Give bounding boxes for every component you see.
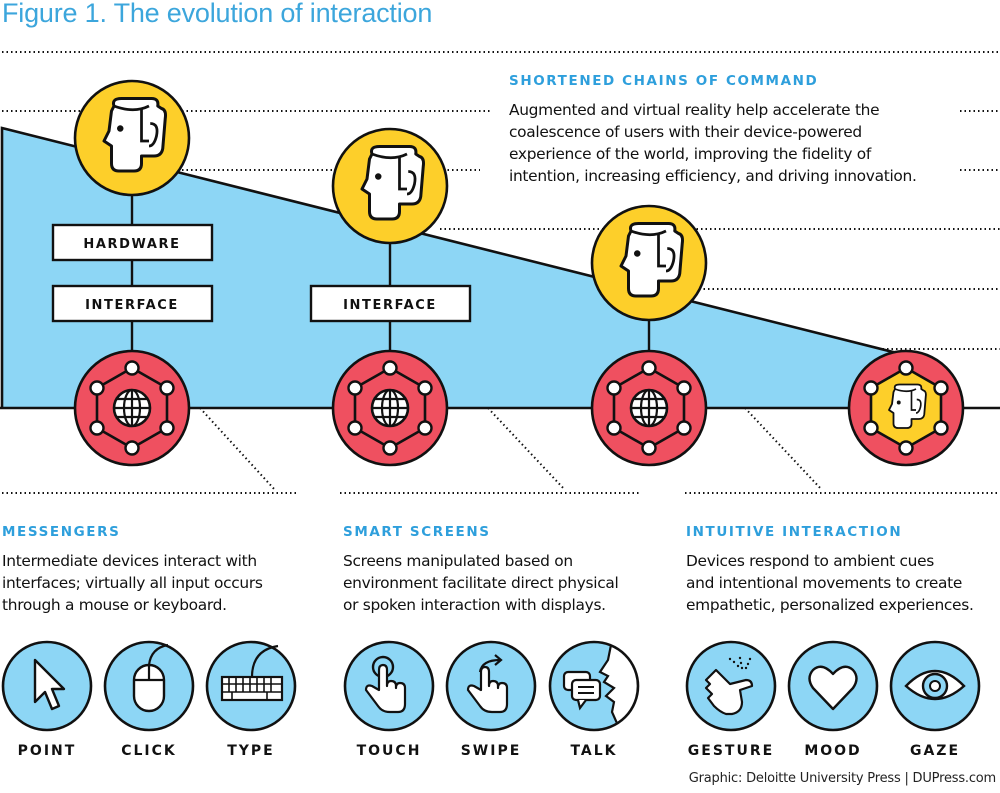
swipe-label: SWIPE: [460, 743, 522, 759]
user-head-circle: [73, 79, 191, 197]
dotted-guide: [744, 407, 823, 491]
interface-box: INTERFACE: [51, 284, 214, 323]
device-circle: [331, 349, 449, 467]
top-note-line: Augmented and virtual reality help accel…: [509, 101, 880, 119]
intuitive-line: empathetic, personalized experiences.: [686, 596, 974, 614]
top-note-body: Augmented and virtual reality help accel…: [509, 99, 917, 187]
hardware-box: HARDWARE: [51, 223, 214, 262]
messengers-line: Intermediate devices interact with: [2, 552, 257, 570]
messengers-line: through a mouse or keyboard.: [2, 596, 227, 614]
stage-smart-screens: INTERFACE: [309, 127, 472, 467]
smart-screens-line: or spoken interaction with displays.: [343, 596, 606, 614]
top-note-heading: SHORTENED CHAINS OF COMMAND: [509, 73, 819, 89]
intuitive-interaction-heading: INTUITIVE INTERACTION: [686, 524, 903, 540]
dotted-guide: [199, 407, 276, 491]
stage-merged: [847, 349, 965, 467]
interface-label: INTERFACE: [343, 298, 437, 313]
credit-line: Graphic: Deloitte University Press | DUP…: [688, 771, 996, 786]
user-head-circle: [331, 127, 449, 245]
messengers-heading: MESSENGERS: [2, 524, 121, 540]
type-label: TYPE: [227, 743, 275, 759]
top-note-line: intention, increasing efficiency, and dr…: [509, 167, 917, 185]
mood-mode: [787, 640, 879, 732]
smart-screens-heading: SMART SCREENS: [343, 524, 491, 540]
globe-icon: [370, 388, 410, 428]
touch-label: TOUCH: [356, 743, 422, 759]
messengers-line: interfaces; virtually all input occurs: [2, 574, 263, 592]
gesture-mode: [685, 640, 777, 732]
intuitive-interaction-body: Devices respond to ambient cues and inte…: [686, 550, 974, 616]
mood-label: MOOD: [804, 743, 862, 759]
globe-icon: [112, 388, 152, 428]
smart-screens-line: Screens manipulated based on: [343, 552, 573, 570]
top-note-line: coalescence of users with their device-p…: [509, 123, 862, 141]
touch-mode: [343, 640, 435, 732]
messengers-body: Intermediate devices interact with inter…: [2, 550, 263, 616]
intuitive-line: Devices respond to ambient cues: [686, 552, 934, 570]
smart-screens-body: Screens manipulated based on environment…: [343, 550, 619, 616]
interface-box: INTERFACE: [309, 284, 472, 323]
gesture-label: GESTURE: [687, 743, 775, 759]
interface-label: INTERFACE: [85, 298, 179, 313]
point-mode: [1, 640, 93, 732]
talk-label: TALK: [570, 743, 618, 759]
dotted-guide: [487, 407, 566, 491]
intuitive-line: and intentional movements to create: [686, 574, 963, 592]
type-mode: [205, 640, 297, 732]
hardware-label: HARDWARE: [83, 237, 180, 252]
click-label: CLICK: [121, 743, 177, 759]
top-note-line: experience of the world, improving the f…: [509, 145, 871, 163]
click-mode: [103, 640, 195, 732]
swipe-mode: [445, 640, 537, 732]
globe-icon: [629, 388, 669, 428]
device-circle: [73, 349, 191, 467]
user-head-circle: [590, 204, 708, 322]
gaze-mode: [889, 640, 981, 732]
point-label: POINT: [17, 743, 77, 759]
smart-screens-line: environment facilitate direct physical: [343, 574, 619, 592]
gaze-label: GAZE: [909, 743, 961, 759]
talk-mode: [548, 640, 640, 732]
mode-icons: [1, 640, 981, 732]
device-circle: [590, 349, 708, 467]
